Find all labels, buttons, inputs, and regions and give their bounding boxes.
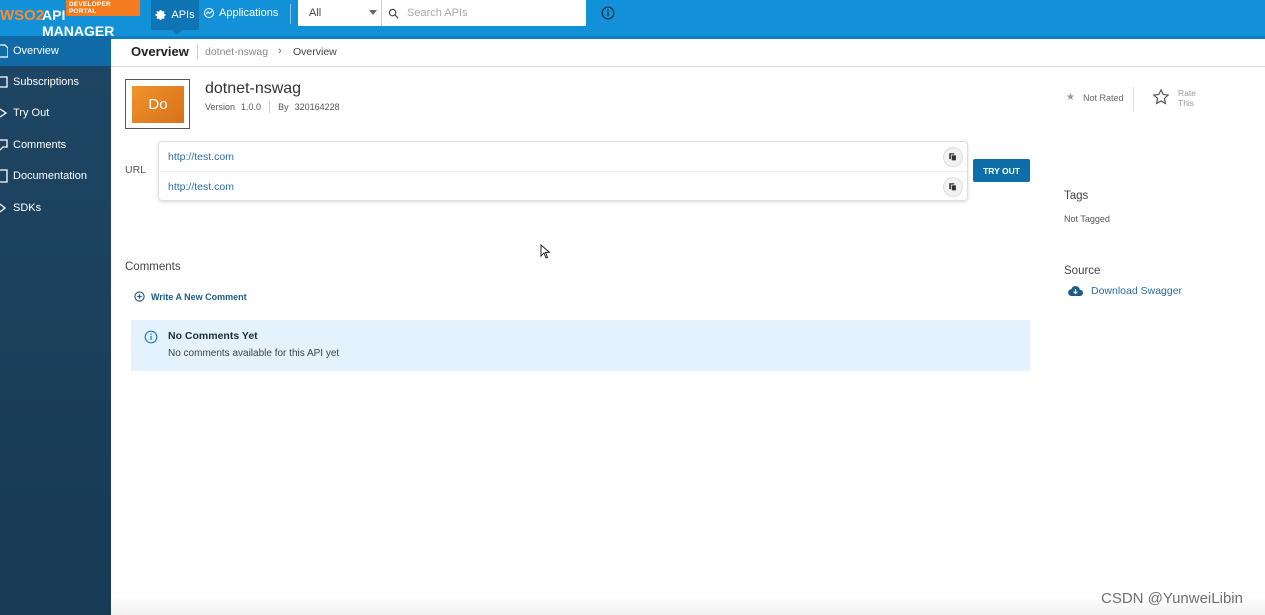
search-icon [388, 8, 399, 18]
breadcrumb-api-link[interactable]: dotnet-nswag [205, 46, 268, 58]
version-label: Version [205, 102, 236, 112]
info-icon [144, 330, 158, 344]
try-out-button[interactable]: TRY OUT [973, 159, 1030, 182]
nav-apis-tab[interactable]: APIs [151, 0, 199, 30]
sidebar-item-label: Try Out [13, 107, 50, 119]
url-row: http://test.com [159, 172, 967, 202]
url-label: URL [125, 164, 147, 176]
copy-icon [949, 183, 957, 192]
api-meta: Version 1.0.0 By 320164228 [205, 101, 340, 113]
copy-url-button[interactable] [943, 177, 963, 197]
mouse-cursor-icon [540, 244, 550, 259]
sdks-icon [0, 203, 7, 213]
rating-summary: ★ Not Rated [1066, 92, 1124, 103]
search-filter-select[interactable]: All [298, 0, 382, 26]
info-icon[interactable] [601, 6, 615, 20]
page-title: Overview [131, 44, 189, 59]
applications-icon [204, 7, 214, 18]
sidebar-item-documentation[interactable]: Documentation [0, 161, 111, 191]
meta-divider [269, 101, 271, 113]
gear-icon [155, 10, 166, 20]
sidebar-item-label: SDKs [13, 202, 42, 214]
rate-this-label-1: Rate [1178, 88, 1196, 98]
try-out-icon [0, 108, 8, 118]
tags-title: Tags [1064, 190, 1089, 202]
sidebar-item-label: Subscriptions [13, 76, 80, 88]
sidebar-item-overview[interactable]: Overview [0, 36, 111, 66]
write-comment-label: Write A New Comment [151, 291, 247, 302]
url-card: http://test.com http://test.com [158, 141, 968, 201]
api-thumbnail: Do [125, 79, 190, 129]
sidebar-item-sdks[interactable]: SDKs [0, 193, 111, 223]
api-thumbnail-tile: Do [132, 86, 184, 123]
search-bar: All [298, 0, 586, 26]
subscriptions-icon [0, 76, 8, 88]
nav-applications-label: Applications [219, 6, 279, 19]
no-comments-description: No comments available for this API yet [168, 348, 340, 359]
breadcrumb-current: Overview [293, 46, 337, 58]
sidebar-item-subscriptions[interactable]: Subscriptions [0, 67, 111, 97]
no-comments-title: No Comments Yet [168, 330, 258, 342]
api-name: dotnet-nswag [205, 80, 302, 97]
url-row: http://test.com [159, 142, 967, 172]
sidebar-item-label: Documentation [13, 170, 87, 182]
star-outline-icon [1152, 88, 1170, 105]
sidebar-item-label: Comments [13, 139, 67, 151]
search-input[interactable] [407, 7, 577, 19]
no-comments-alert: No Comments Yet No comments available fo… [131, 320, 1030, 371]
documentation-icon [0, 169, 8, 183]
rating-text: Not Rated [1082, 92, 1124, 103]
watermark: CSDN @YunweiLibin [1101, 590, 1243, 607]
rate-this-label-2: This [1178, 98, 1195, 108]
rate-this-button[interactable]: Rate This [1152, 88, 1196, 108]
sidebar-item-label: Overview [13, 45, 59, 57]
url-value[interactable]: http://test.com [168, 151, 234, 163]
source-title: Source [1064, 265, 1101, 277]
logo-wso2: WSO2 [0, 7, 45, 24]
cloud-download-icon [1068, 286, 1083, 297]
sidebar: Overview Subscriptions Try Out Comments … [0, 36, 111, 615]
active-nav-caret [172, 30, 182, 35]
write-comment-button[interactable]: Write A New Comment [134, 291, 247, 302]
portal-badge: DEVELOPER PORTAL [66, 0, 140, 16]
overview-icon [0, 44, 8, 58]
version-value: 1.0.0 [241, 102, 262, 112]
nav-divider [290, 4, 291, 24]
download-swagger-link[interactable]: Download Swagger [1068, 285, 1182, 297]
sidebar-item-comments[interactable]: Comments [0, 130, 111, 160]
rating-divider [1133, 87, 1134, 111]
nav-applications-tab[interactable]: Applications [203, 0, 289, 25]
sidebar-item-try-out[interactable]: Try Out [0, 98, 111, 128]
owner-label: By [278, 102, 289, 112]
url-value[interactable]: http://test.com [168, 181, 234, 193]
chevron-right-icon: › [278, 45, 282, 57]
bottom-fade [111, 596, 1265, 615]
search-input-wrap [382, 0, 586, 26]
breadcrumb-bar: Overview dotnet-nswag › Overview [111, 36, 1265, 67]
star-icon: ★ [1066, 92, 1075, 103]
search-filter-value: All [309, 7, 322, 19]
comments-title: Comments [125, 261, 181, 273]
copy-icon [949, 153, 957, 162]
download-swagger-label: Download Swagger [1091, 285, 1183, 297]
add-circle-icon [134, 291, 145, 302]
app-logo[interactable]: WSO2 API MANAGER DEVELOPER PORTAL [0, 0, 140, 39]
nav-apis-label: APIs [171, 9, 195, 21]
comments-icon [0, 139, 8, 151]
copy-url-button[interactable] [943, 147, 963, 167]
tags-value: Not Tagged [1064, 214, 1110, 224]
owner-value: 320164228 [294, 102, 340, 112]
breadcrumb-divider [197, 45, 198, 59]
chevron-down-icon [369, 10, 377, 15]
